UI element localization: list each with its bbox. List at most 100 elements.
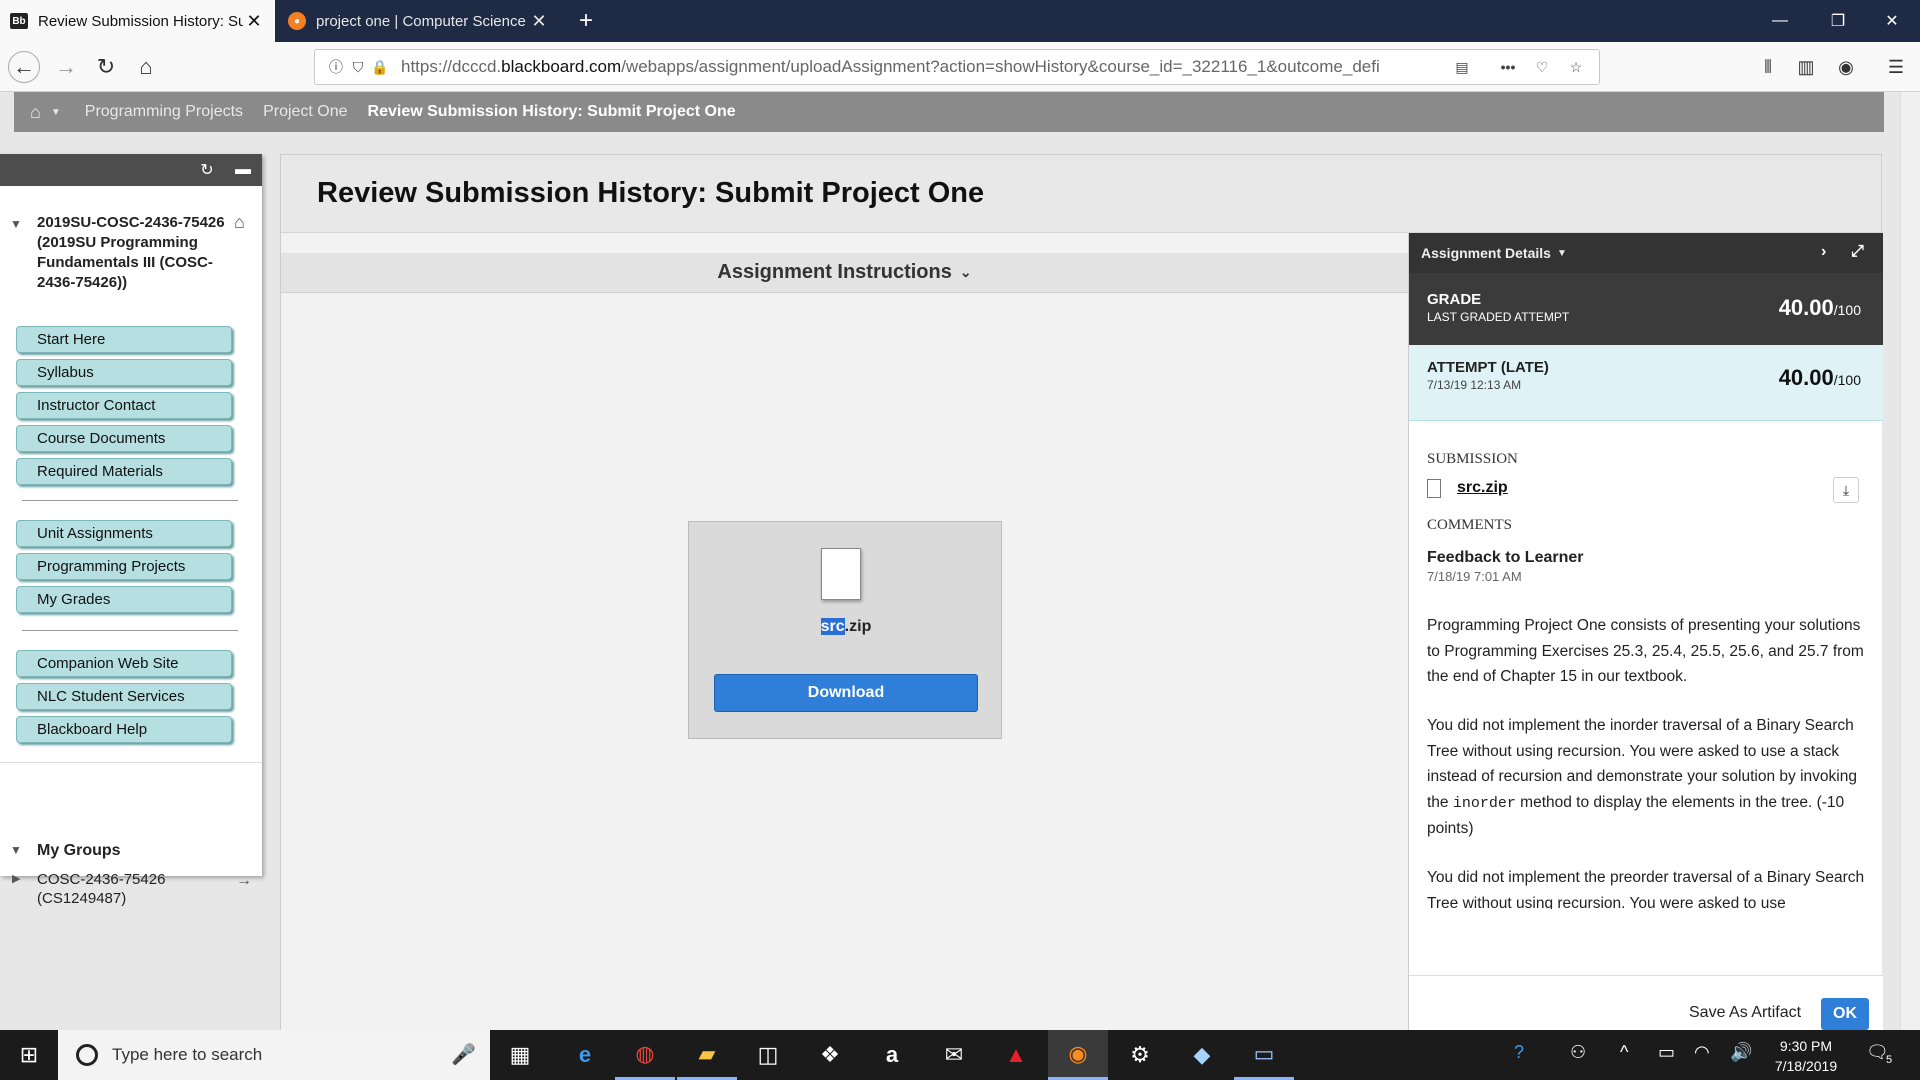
collapse-caret-icon[interactable]: ▼ — [10, 217, 22, 231]
menu-divider — [22, 630, 238, 631]
clock-date: 7/18/2019 — [1774, 1058, 1838, 1074]
notification-count: 5 — [1886, 1054, 1893, 1066]
mail-icon[interactable]: ✉ — [924, 1030, 984, 1080]
assignment-instructions-toggle[interactable]: Assignment Instructions ⌄ — [281, 253, 1408, 293]
folder-view-icon[interactable]: ▬ — [228, 154, 258, 186]
menu-instructor-contact[interactable]: Instructor Contact — [16, 392, 232, 419]
virtualbox-icon[interactable]: ◆ — [1172, 1030, 1232, 1080]
new-tab-button[interactable]: + — [570, 0, 602, 42]
url-bar[interactable]: ⓘ ⛉ 🔒 https://dcccd.blackboard.com/webap… — [314, 49, 1600, 85]
amazon-icon[interactable]: a — [862, 1030, 922, 1080]
dropbox-icon[interactable]: ❖ — [800, 1030, 860, 1080]
chevron-down-icon[interactable]: ▼ — [51, 107, 61, 118]
library-icon[interactable]: ⫴ — [1752, 51, 1784, 83]
grade-label: GRADE — [1427, 291, 1482, 308]
pocket-icon[interactable]: ♡ — [1531, 59, 1553, 76]
assignment-details-header[interactable]: Assignment Details ▼ › ⤢ — [1409, 233, 1883, 273]
clock-time: 9:30 PM — [1779, 1038, 1833, 1054]
firefox-icon[interactable]: ◉ — [1048, 1030, 1108, 1080]
reader-view-icon[interactable]: ▤ — [1451, 59, 1473, 76]
download-icon[interactable]: ⤓ — [1833, 477, 1859, 503]
group-item[interactable]: COSC-2436-75426 (CS1249487) — [37, 870, 217, 908]
refresh-icon[interactable]: ↻ — [192, 154, 222, 186]
task-view-icon[interactable]: ▦ — [490, 1030, 550, 1080]
ok-button[interactable]: OK — [1821, 998, 1869, 1030]
home-icon[interactable]: ⌂ — [130, 51, 162, 83]
hamburger-menu-icon[interactable]: ☰ — [1880, 51, 1912, 83]
chevron-down-icon: ⌄ — [959, 264, 972, 280]
menu-programming-projects[interactable]: Programming Projects — [16, 553, 232, 580]
my-groups-heading: My Groups — [37, 842, 121, 859]
back-arrow-icon[interactable]: ← — [8, 51, 40, 83]
shield-icon[interactable]: ⛉ — [347, 59, 369, 76]
wifi-icon[interactable]: ◠ — [1694, 1042, 1710, 1063]
windows-start-icon[interactable]: ⊞ — [0, 1030, 58, 1080]
course-home-icon[interactable]: ⌂ — [234, 212, 245, 233]
taskbar-clock[interactable]: 9:30 PM 7/18/2019 — [1756, 1036, 1856, 1076]
url-text[interactable]: https://dcccd.blackboard.com/webapps/ass… — [401, 57, 1401, 77]
chevron-down-icon: ▼ — [1556, 247, 1567, 259]
breadcrumb-programming-projects[interactable]: Programming Projects — [85, 103, 243, 121]
breadcrumb-project-one[interactable]: Project One — [263, 103, 347, 121]
edge-icon[interactable]: e — [555, 1030, 615, 1080]
home-icon[interactable]: ⌂ — [30, 102, 41, 123]
tab-review-submission[interactable]: Bb Review Submission History: Sub ✕ — [0, 0, 275, 42]
menu-divider — [0, 762, 262, 763]
feedback-date: 7/18/19 7:01 AM — [1427, 569, 1522, 584]
chevron-right-icon[interactable]: › — [1821, 243, 1826, 261]
close-tab-icon[interactable]: ✕ — [243, 11, 265, 32]
chrome-icon[interactable]: ◍ — [615, 1030, 675, 1080]
store-icon[interactable]: ◫ — [738, 1030, 798, 1080]
file-explorer-icon[interactable]: ▰ — [677, 1030, 737, 1080]
menu-nlc-student-services[interactable]: NLC Student Services — [16, 683, 232, 710]
sidebar-icon[interactable]: ▥ — [1790, 51, 1822, 83]
minimize-button[interactable]: — — [1750, 0, 1810, 42]
volume-icon[interactable]: 🔊 — [1730, 1042, 1752, 1063]
photos-icon[interactable]: ▭ — [1234, 1030, 1294, 1080]
page-scrollbar[interactable] — [1900, 92, 1920, 1030]
blackboard-favicon-icon: Bb — [10, 13, 28, 29]
submission-file-link[interactable]: src.zip — [1457, 479, 1508, 497]
right-arrow-icon[interactable]: → — [236, 872, 252, 890]
expand-caret-icon[interactable]: ▶ — [12, 872, 20, 885]
menu-course-documents[interactable]: Course Documents — [16, 425, 232, 452]
close-tab-icon[interactable]: ✕ — [528, 11, 550, 32]
settings-gear-icon[interactable]: ⚙ — [1110, 1030, 1170, 1080]
feedback-paragraph: You did not implement the preorder trave… — [1427, 869, 1865, 909]
forward-arrow-icon[interactable]: → — [50, 51, 82, 83]
taskbar-search-box[interactable]: Type here to search 🎤 — [58, 1030, 490, 1080]
account-icon[interactable]: ◉ — [1830, 51, 1862, 83]
main-content: Review Submission History: Submit Projec… — [280, 154, 1883, 1030]
attempt-row[interactable]: ATTEMPT (LATE) 7/13/19 12:13 AM 40.00/10… — [1409, 345, 1883, 421]
info-icon[interactable]: ⓘ — [325, 57, 347, 77]
menu-my-grades[interactable]: My Grades — [16, 586, 232, 613]
download-button[interactable]: Download — [714, 674, 978, 712]
tab-project-one[interactable]: ● project one | Computer Science ✕ — [278, 0, 560, 42]
expand-icon[interactable]: ⤢ — [1851, 243, 1864, 261]
acrobat-icon[interactable]: ▲ — [986, 1030, 1046, 1080]
menu-syllabus[interactable]: Syllabus — [16, 359, 232, 386]
chevron-up-icon[interactable]: ^ — [1620, 1042, 1628, 1063]
bookmark-star-icon[interactable]: ☆ — [1565, 59, 1587, 76]
save-as-artifact-link[interactable]: Save As Artifact — [1689, 1004, 1801, 1022]
page-actions-icon[interactable]: ••• — [1497, 59, 1519, 75]
menu-companion-web-site[interactable]: Companion Web Site — [16, 650, 232, 677]
help-icon[interactable]: ? — [1514, 1042, 1524, 1063]
browser-nav-bar: ← → ↻ ⌂ ⓘ ⛉ 🔒 https://dcccd.blackboard.c… — [0, 42, 1920, 92]
restore-button[interactable]: ❐ — [1808, 0, 1868, 42]
file-name: src.zip — [820, 618, 872, 635]
people-icon[interactable]: ⚇ — [1570, 1042, 1586, 1063]
menu-unit-assignments[interactable]: Unit Assignments — [16, 520, 232, 547]
microphone-icon[interactable]: 🎤 — [451, 1042, 476, 1067]
close-window-button[interactable]: ✕ — [1862, 0, 1920, 42]
reload-icon[interactable]: ↻ — [90, 51, 122, 83]
battery-icon[interactable]: ▭ — [1658, 1042, 1675, 1063]
collapse-caret-icon[interactable]: ▼ — [10, 843, 22, 857]
menu-start-here[interactable]: Start Here — [16, 326, 232, 353]
menu-blackboard-help[interactable]: Blackboard Help — [16, 716, 232, 743]
attempt-date: 7/13/19 12:13 AM — [1427, 378, 1522, 392]
menu-required-materials[interactable]: Required Materials — [16, 458, 232, 485]
content-header: Review Submission History: Submit Projec… — [281, 155, 1881, 233]
attempt-label: ATTEMPT (LATE) — [1427, 359, 1549, 376]
feedback-paragraph: You did not implement the inorder traver… — [1427, 717, 1857, 837]
